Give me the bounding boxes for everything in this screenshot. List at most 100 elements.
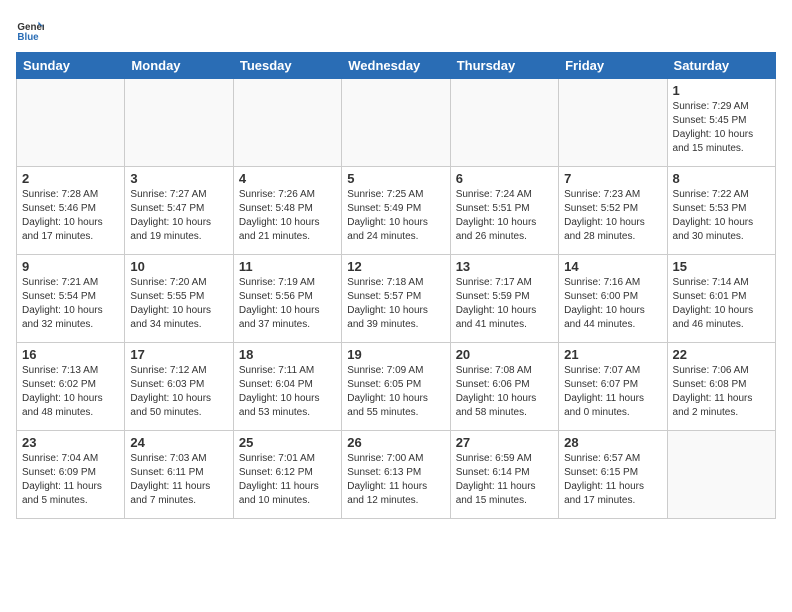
day-cell: 18 Sunrise: 7:11 AM Sunset: 6:04 PM Dayli… [233,343,341,431]
day-number: 26 [347,435,444,450]
day-cell: 21Sunrise: 7:07 AM Sunset: 6:07 PM Dayli… [559,343,667,431]
week-row-3: 9 Sunrise: 7:21 AM Sunset: 5:54 PM Daylig… [17,255,776,343]
day-info: Sunrise: 7:21 AM Sunset: 5:54 PM Dayligh… [22,276,119,332]
day-number: 10 [130,259,227,274]
day-cell: 23 Sunrise: 7:04 AM Sunset: 6:09 PM Dayli… [17,431,125,519]
day-number: 12 [347,259,444,274]
day-info: Sunrise: 7:11 AM Sunset: 6:04 PM Dayligh… [239,364,336,420]
day-info: Sunrise: 7:27 AM Sunset: 5:47 PM Dayligh… [130,188,227,244]
day-cell: 6 Sunrise: 7:24 AM Sunset: 5:51 PM Daylig… [450,167,558,255]
day-number: 19 [347,347,444,362]
day-number: 1 [673,83,770,98]
day-cell [450,79,558,167]
weekday-header-thursday: Thursday [450,53,558,79]
day-cell: 16 Sunrise: 7:13 AM Sunset: 6:02 PM Dayli… [17,343,125,431]
logo-icon: General Blue [16,16,44,44]
day-info: Sunrise: 7:24 AM Sunset: 5:51 PM Dayligh… [456,188,553,244]
day-cell: 4 Sunrise: 7:26 AM Sunset: 5:48 PM Daylig… [233,167,341,255]
day-cell: 8Sunrise: 7:22 AM Sunset: 5:53 PM Daylig… [667,167,775,255]
day-info: Sunrise: 7:18 AM Sunset: 5:57 PM Dayligh… [347,276,444,332]
day-cell: 1 Sunrise: 7:29 AM Sunset: 5:45 PM Daylig… [667,79,775,167]
day-number: 7 [564,171,661,186]
day-info: Sunrise: 7:16 AM Sunset: 6:00 PM Dayligh… [564,276,661,332]
day-number: 16 [22,347,119,362]
day-cell: 7Sunrise: 7:23 AM Sunset: 5:52 PM Daylig… [559,167,667,255]
day-info: Sunrise: 7:13 AM Sunset: 6:02 PM Dayligh… [22,364,119,420]
day-cell: 25 Sunrise: 7:01 AM Sunset: 6:12 PM Dayli… [233,431,341,519]
week-row-4: 16 Sunrise: 7:13 AM Sunset: 6:02 PM Dayli… [17,343,776,431]
week-row-1: 1 Sunrise: 7:29 AM Sunset: 5:45 PM Daylig… [17,79,776,167]
day-info: Sunrise: 7:14 AM Sunset: 6:01 PM Dayligh… [673,276,770,332]
day-cell: 3 Sunrise: 7:27 AM Sunset: 5:47 PM Daylig… [125,167,233,255]
day-info: Sunrise: 7:06 AM Sunset: 6:08 PM Dayligh… [673,364,770,420]
day-number: 20 [456,347,553,362]
page-header: General Blue [16,16,776,44]
day-cell [342,79,450,167]
svg-text:Blue: Blue [17,32,39,43]
day-cell: 10 Sunrise: 7:20 AM Sunset: 5:55 PM Dayli… [125,255,233,343]
day-cell: 15 Sunrise: 7:14 AM Sunset: 6:01 PM Dayli… [667,255,775,343]
day-number: 6 [456,171,553,186]
day-number: 21 [564,347,661,362]
weekday-header-row: SundayMondayTuesdayWednesdayThursdayFrid… [17,53,776,79]
day-number: 28 [564,435,661,450]
day-cell: 12 Sunrise: 7:18 AM Sunset: 5:57 PM Dayli… [342,255,450,343]
day-number: 9 [22,259,119,274]
day-number: 18 [239,347,336,362]
day-cell [667,431,775,519]
day-info: Sunrise: 7:12 AM Sunset: 6:03 PM Dayligh… [130,364,227,420]
day-info: Sunrise: 7:04 AM Sunset: 6:09 PM Dayligh… [22,452,119,508]
weekday-header-tuesday: Tuesday [233,53,341,79]
day-info: Sunrise: 7:17 AM Sunset: 5:59 PM Dayligh… [456,276,553,332]
day-info: Sunrise: 7:26 AM Sunset: 5:48 PM Dayligh… [239,188,336,244]
day-info: Sunrise: 7:22 AM Sunset: 5:53 PM Dayligh… [673,188,770,244]
day-number: 5 [347,171,444,186]
day-number: 4 [239,171,336,186]
weekday-header-saturday: Saturday [667,53,775,79]
day-cell: 14 Sunrise: 7:16 AM Sunset: 6:00 PM Dayli… [559,255,667,343]
day-info: Sunrise: 7:03 AM Sunset: 6:11 PM Dayligh… [130,452,227,508]
week-row-2: 2Sunrise: 7:28 AM Sunset: 5:46 PM Daylig… [17,167,776,255]
day-number: 22 [673,347,770,362]
day-cell: 17 Sunrise: 7:12 AM Sunset: 6:03 PM Dayli… [125,343,233,431]
day-number: 15 [673,259,770,274]
day-number: 14 [564,259,661,274]
day-cell [17,79,125,167]
day-cell: 19 Sunrise: 7:09 AM Sunset: 6:05 PM Dayli… [342,343,450,431]
day-number: 25 [239,435,336,450]
day-number: 13 [456,259,553,274]
logo: General Blue [16,16,44,44]
day-info: Sunrise: 6:59 AM Sunset: 6:14 PM Dayligh… [456,452,553,508]
day-cell: 22 Sunrise: 7:06 AM Sunset: 6:08 PM Dayli… [667,343,775,431]
day-number: 27 [456,435,553,450]
day-info: Sunrise: 7:19 AM Sunset: 5:56 PM Dayligh… [239,276,336,332]
weekday-header-wednesday: Wednesday [342,53,450,79]
day-info: Sunrise: 7:28 AM Sunset: 5:46 PM Dayligh… [22,188,119,244]
day-cell: 13 Sunrise: 7:17 AM Sunset: 5:59 PM Dayli… [450,255,558,343]
day-cell: 9 Sunrise: 7:21 AM Sunset: 5:54 PM Daylig… [17,255,125,343]
day-number: 23 [22,435,119,450]
day-number: 3 [130,171,227,186]
day-number: 17 [130,347,227,362]
day-cell [233,79,341,167]
day-cell: 2Sunrise: 7:28 AM Sunset: 5:46 PM Daylig… [17,167,125,255]
day-cell: 26Sunrise: 7:00 AM Sunset: 6:13 PM Dayli… [342,431,450,519]
day-number: 11 [239,259,336,274]
day-info: Sunrise: 6:57 AM Sunset: 6:15 PM Dayligh… [564,452,661,508]
weekday-header-sunday: Sunday [17,53,125,79]
weekday-header-monday: Monday [125,53,233,79]
day-info: Sunrise: 7:08 AM Sunset: 6:06 PM Dayligh… [456,364,553,420]
day-cell [125,79,233,167]
day-info: Sunrise: 7:20 AM Sunset: 5:55 PM Dayligh… [130,276,227,332]
day-cell: 24Sunrise: 7:03 AM Sunset: 6:11 PM Dayli… [125,431,233,519]
day-cell [559,79,667,167]
day-info: Sunrise: 7:29 AM Sunset: 5:45 PM Dayligh… [673,100,770,156]
day-cell: 28 Sunrise: 6:57 AM Sunset: 6:15 PM Dayli… [559,431,667,519]
day-info: Sunrise: 7:25 AM Sunset: 5:49 PM Dayligh… [347,188,444,244]
day-info: Sunrise: 7:09 AM Sunset: 6:05 PM Dayligh… [347,364,444,420]
day-cell: 11 Sunrise: 7:19 AM Sunset: 5:56 PM Dayli… [233,255,341,343]
day-info: Sunrise: 7:01 AM Sunset: 6:12 PM Dayligh… [239,452,336,508]
day-cell: 5 Sunrise: 7:25 AM Sunset: 5:49 PM Daylig… [342,167,450,255]
calendar-table: SundayMondayTuesdayWednesdayThursdayFrid… [16,52,776,519]
day-cell: 27 Sunrise: 6:59 AM Sunset: 6:14 PM Dayli… [450,431,558,519]
